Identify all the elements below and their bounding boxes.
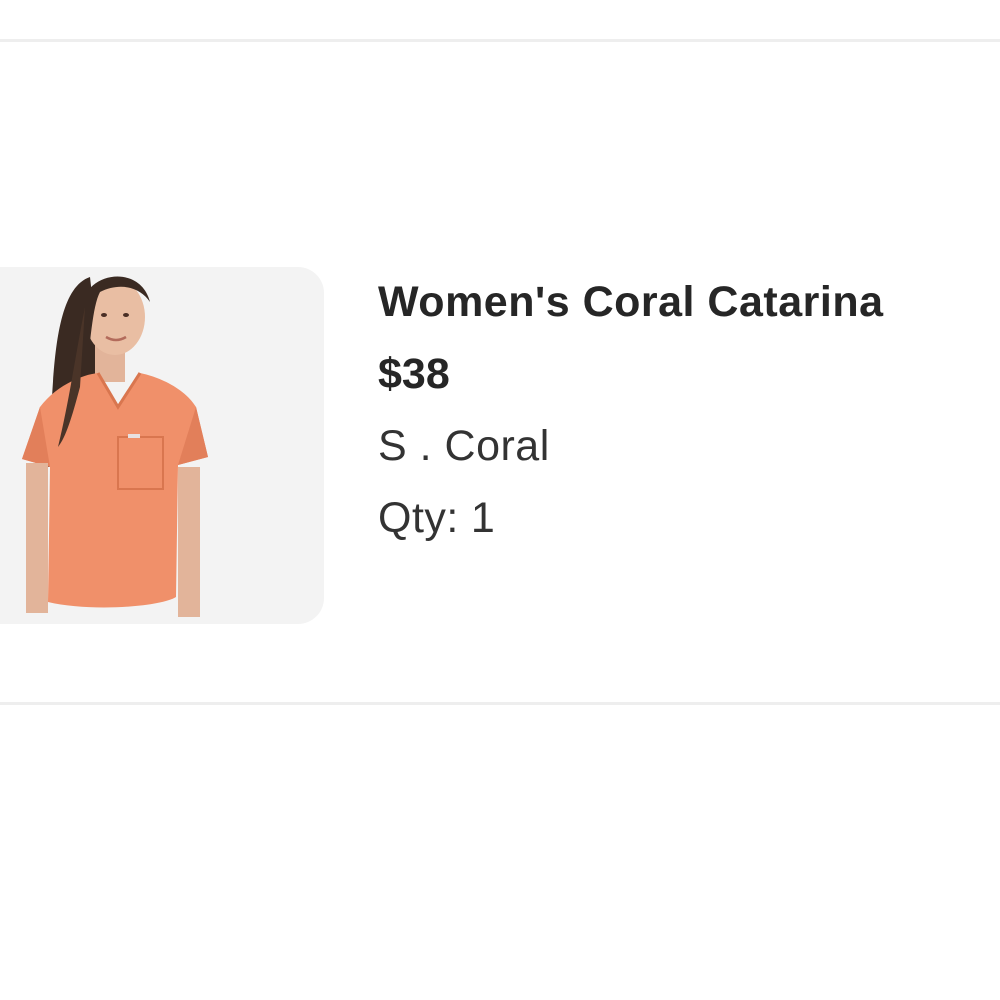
product-price: $38 [378, 350, 450, 398]
product-photo-icon [22, 276, 208, 617]
product-image[interactable] [0, 267, 324, 624]
product-info: Women's Coral Catarina $38 S . Coral Qty… [378, 274, 988, 562]
product-variant: S . Coral [378, 422, 550, 470]
cart-item[interactable]: Women's Coral Catarina $38 S . Coral Qty… [0, 42, 1000, 702]
bottom-divider [0, 702, 1000, 705]
quantity-row: Qty: 1 [378, 490, 988, 562]
quantity-label: Qty: [378, 494, 459, 542]
quantity-value: 1 [470, 494, 496, 542]
cart-page: Women's Coral Catarina $38 S . Coral Qty… [0, 0, 1000, 1000]
product-title[interactable]: Women's Coral Catarina [378, 274, 988, 338]
